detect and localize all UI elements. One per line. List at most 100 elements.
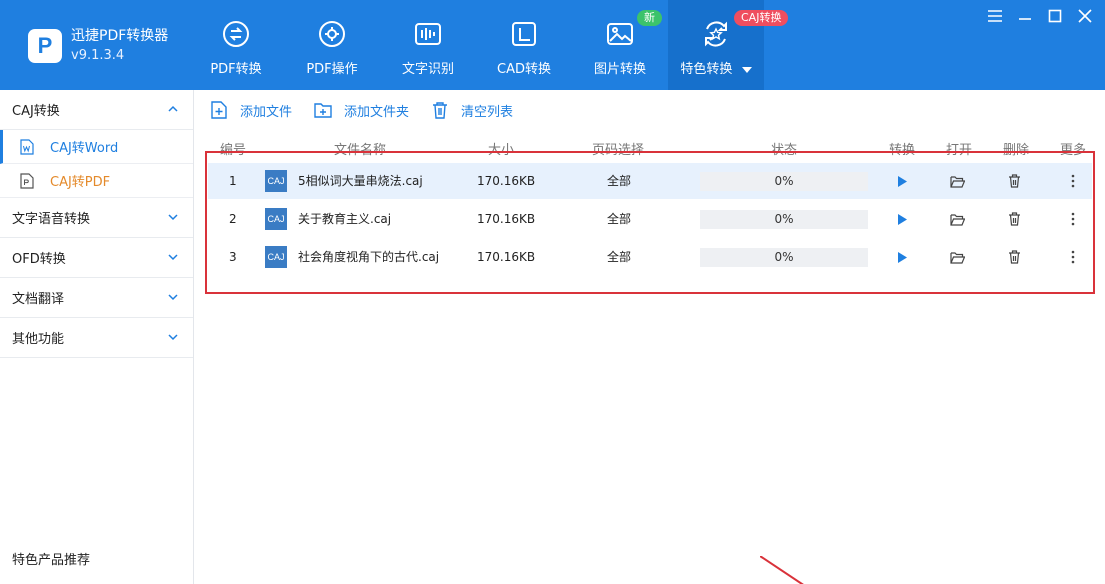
app-name: 迅捷PDF转换器: [71, 28, 169, 44]
file-toolbar: 添加文件 添加文件夹 清空列表: [210, 99, 535, 121]
chevron-down-icon: [168, 294, 178, 301]
file-size: 170.16KB: [477, 250, 536, 264]
sidebar: CAJ转换 CAJ转Word CAJ转PDF 文字语音转换 OFD转换 文档翻译…: [0, 90, 194, 584]
nav-pdf-convert[interactable]: PDF转换: [188, 0, 284, 90]
more-button[interactable]: [1065, 173, 1081, 189]
sidebar-group-text-speech[interactable]: 文字语音转换: [0, 198, 193, 238]
special-convert-icon: [700, 18, 732, 50]
chevron-down-icon: [168, 214, 178, 221]
delete-button[interactable]: [1006, 173, 1022, 189]
annotation-arrow: [760, 556, 804, 584]
trash-icon: [433, 102, 448, 119]
convert-button[interactable]: [894, 173, 910, 189]
caret-down-icon: [741, 62, 752, 77]
nav-ocr[interactable]: 文字识别: [380, 0, 476, 90]
delete-button[interactable]: [1006, 249, 1022, 265]
nav-pdf-operate[interactable]: PDF操作: [284, 0, 380, 90]
nav-label: CAD转换: [497, 62, 551, 77]
table-row[interactable]: 2 CAJ 关于教育主义.caj 170.16KB 全部 0%: [208, 201, 1092, 237]
sidebar-group-caj[interactable]: CAJ转换: [0, 90, 193, 130]
minimize-icon[interactable]: [1017, 8, 1033, 24]
add-folder-icon: [314, 103, 332, 118]
more-vertical-icon: [1071, 212, 1075, 226]
table-row[interactable]: 3 CAJ 社会角度视角下的古代.caj 170.16KB 全部 0%: [208, 239, 1092, 275]
menu-icon[interactable]: [987, 8, 1003, 24]
play-icon: [898, 175, 907, 187]
add-folder-button[interactable]: 添加文件夹: [314, 101, 409, 120]
file-size: 170.16KB: [477, 174, 536, 188]
more-vertical-icon: [1071, 250, 1075, 264]
open-folder-button[interactable]: [949, 249, 965, 265]
file-name: 社会角度视角下的古代.caj: [298, 250, 440, 264]
sidebar-item-caj-to-pdf[interactable]: CAJ转PDF: [0, 164, 193, 198]
page-select[interactable]: 全部: [607, 201, 631, 237]
nav-label: PDF操作: [306, 62, 358, 77]
progress-bar: 0%: [700, 248, 868, 267]
play-icon: [898, 251, 907, 263]
cad-icon: [508, 18, 540, 50]
brand: P 迅捷PDF转换器 v9.1.3.4: [28, 26, 168, 66]
open-folder-button[interactable]: [949, 211, 965, 227]
page-select[interactable]: 全部: [607, 163, 631, 199]
close-icon[interactable]: [1077, 8, 1093, 24]
more-button[interactable]: [1065, 211, 1081, 227]
sidebar-group-translate[interactable]: 文档翻译: [0, 278, 193, 318]
pdf-convert-icon: [220, 18, 252, 50]
delete-button[interactable]: [1006, 211, 1022, 227]
add-file-button[interactable]: 添加文件: [210, 101, 292, 120]
chevron-down-icon: [168, 334, 178, 341]
nav-cad[interactable]: CAD转换: [476, 0, 572, 90]
add-file-label: 添加文件: [240, 104, 293, 120]
row-index: 2: [229, 212, 237, 226]
add-file-icon: [211, 101, 227, 119]
column-header: 转换: [889, 143, 916, 158]
progress-status: 0%: [774, 174, 794, 188]
convert-button[interactable]: [894, 249, 910, 265]
table-row[interactable]: 1 CAJ 5相似词大量串烧法.caj 170.16KB 全部 0%: [208, 163, 1092, 199]
nav-image[interactable]: 图片转换 新: [572, 0, 668, 90]
page-select[interactable]: 全部: [607, 239, 631, 275]
sidebar-group-label: 文档翻译: [12, 292, 65, 307]
more-button[interactable]: [1065, 249, 1081, 265]
file-name: 5相似词大量串烧法.caj: [298, 174, 423, 188]
maximize-icon[interactable]: [1047, 8, 1063, 24]
column-header: 页码选择: [592, 143, 645, 158]
open-folder-button[interactable]: [949, 173, 965, 189]
image-icon: [604, 18, 636, 50]
play-icon: [898, 213, 907, 225]
column-header: 删除: [1003, 143, 1030, 158]
nav-special-convert[interactable]: 特色转换 CAJ转换: [668, 0, 789, 90]
caj-file-icon: CAJ: [265, 246, 287, 268]
column-header: 更多: [1060, 143, 1087, 158]
window-controls: [987, 8, 1093, 24]
chevron-up-icon: [168, 105, 178, 112]
new-badge: 新: [637, 10, 662, 26]
trash-icon: [1008, 174, 1020, 188]
sidebar-group-other[interactable]: 其他功能: [0, 318, 193, 358]
caj-badge: CAJ转换: [734, 10, 789, 26]
progress-status: 0%: [774, 250, 794, 264]
ocr-icon: [412, 18, 444, 50]
clear-list-button[interactable]: 清空列表: [431, 101, 513, 120]
caj-file-icon: CAJ: [265, 208, 287, 230]
caj-file-icon: CAJ: [265, 170, 287, 192]
column-header: 编号: [220, 143, 247, 158]
sidebar-item-caj-to-word[interactable]: CAJ转Word: [0, 130, 193, 164]
column-header: 大小: [488, 143, 515, 158]
sidebar-group-ofd[interactable]: OFD转换: [0, 238, 193, 278]
sidebar-group-label: 文字语音转换: [12, 212, 91, 227]
column-header: 打开: [946, 143, 973, 158]
sidebar-item-label: CAJ转PDF: [50, 175, 111, 190]
progress-bar: 0%: [700, 172, 868, 191]
pdf-doc-icon: [20, 172, 34, 189]
more-vertical-icon: [1071, 174, 1075, 188]
featured-products-link[interactable]: 特色产品推荐: [12, 549, 90, 568]
sidebar-item-label: CAJ转Word: [50, 141, 119, 156]
app-header: P 迅捷PDF转换器 v9.1.3.4 PDF转换 PDF操作 文字识别 CAD…: [0, 0, 1105, 90]
column-header: 状态: [771, 143, 798, 158]
convert-button[interactable]: [894, 211, 910, 227]
nav-label: 特色转换: [680, 62, 733, 77]
app-logo: P: [28, 29, 62, 63]
nav-label: PDF转换: [210, 62, 262, 77]
folder-open-icon: [949, 251, 965, 264]
